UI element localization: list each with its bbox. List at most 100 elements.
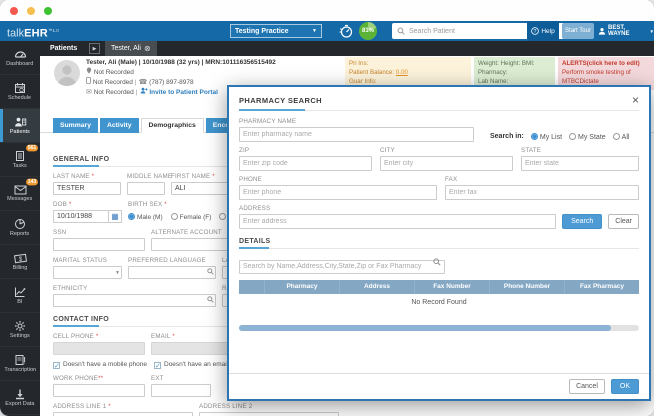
close-icon[interactable]: × [632,95,639,105]
close-window-button[interactable] [10,7,18,15]
middle-name-field[interactable] [127,182,165,195]
state-label: STATE [521,147,639,154]
ext-field[interactable] [151,384,211,397]
phone-label: PHONE [239,176,437,183]
app-header: talkEHR™1.0 Testing Practice ▼ 81% Searc… [0,21,654,41]
macos-titlebar [0,0,654,21]
help-button[interactable]: ? Help [527,21,559,41]
messages-icon [14,185,27,195]
sidebar-item-billing[interactable]: $ Billing [0,245,40,279]
sidebar-item-export-data[interactable]: Export Data [0,381,40,415]
last-name-field[interactable] [53,182,121,195]
fax-number-column-header[interactable]: Fax Number [415,280,490,294]
marital-status-select[interactable] [53,266,122,279]
patients-icon [14,116,27,128]
practice-selector[interactable]: Testing Practice ▼ [230,24,322,38]
address-field[interactable] [239,214,556,229]
ethnicity-field[interactable] [53,294,216,307]
transcription-icon [14,354,26,366]
tab-activity[interactable]: Activity [100,118,139,133]
scrollbar-thumb[interactable] [239,325,611,331]
user-menu[interactable]: BEST, WAYNE ▼ [598,21,654,41]
play-icon[interactable]: ▶ [89,43,100,54]
invite-patient-portal-link[interactable]: Invite to Patient Portal [149,89,218,96]
sidebar-item-patients[interactable]: Patients [0,109,40,143]
maximize-window-button[interactable] [44,7,52,15]
birth-sex-female-radio[interactable]: Female (F) [171,213,212,221]
work-phone-field[interactable] [53,384,145,397]
no-mobile-checkbox[interactable]: ✓ Doesn't have a mobile phone [53,361,148,369]
app-window: talkEHR™1.0 Testing Practice ▼ 81% Searc… [0,0,654,416]
details-search-input[interactable] [239,260,445,274]
phone-number-column-header[interactable]: Phone Number [490,280,565,294]
dashboard-icon [14,48,27,60]
ok-button[interactable]: OK [611,379,639,394]
search-icon[interactable] [207,296,214,303]
sidebar-item-bi[interactable]: BI [0,279,40,313]
select-column-header [239,280,265,294]
sidebar-item-tasks[interactable]: 561 Tasks [0,143,40,177]
schedule-icon [14,82,26,94]
completion-meter[interactable]: 81% [359,22,377,40]
birth-sex-male-radio[interactable]: Male (M) [128,213,163,221]
zip-field[interactable] [239,156,372,171]
pharmacy-name-field[interactable] [239,127,474,142]
address-line1-field[interactable] [53,412,193,416]
horizontal-scrollbar[interactable] [239,325,639,331]
download-icon [14,388,26,400]
sidebar-item-schedule[interactable]: Schedule [0,75,40,109]
ext-label: EXT [151,375,211,382]
preferred-language-field[interactable] [128,266,216,279]
address-line2-field[interactable] [199,412,339,416]
clear-button[interactable]: Clear [608,214,639,229]
logo-ehr: EHR [24,28,48,40]
sidebar-nav: Dashboard Schedule Patients 561 Tasks 14… [0,41,40,416]
patients-tab-label: Patients [50,45,77,52]
messages-badge: 143 [26,179,38,186]
empty-results-message: No Record Found [239,299,639,306]
close-tab-icon[interactable]: ⊗ [144,44,151,53]
dob-field[interactable] [53,210,109,223]
start-tour-button[interactable]: Start Tour [562,23,594,39]
minimize-window-button[interactable] [27,7,35,15]
patient-balance-label: Patient Balance: [349,69,394,76]
email-icon: ✉ [86,89,92,96]
address-line1-label: ADDRESS LINE 1 [53,403,193,410]
sidebar-item-settings[interactable]: Settings [0,313,40,347]
calendar-icon[interactable]: ▦ [109,210,122,223]
patient-balance-link[interactable]: 0.00 [396,69,408,76]
tab-summary[interactable]: Summary [53,118,98,133]
pharmacy-column-header[interactable]: Pharmacy [265,280,340,294]
address-column-header[interactable]: Address [340,280,415,294]
fax-field[interactable] [445,185,639,200]
search-in-all-radio[interactable]: All [613,133,630,141]
birth-sex-label: BIRTH SEX [128,201,228,208]
meter-percent-label: 81% [362,28,374,34]
city-field[interactable] [380,156,513,171]
address-label: ADDRESS [239,205,556,212]
logo-version: ™1.0 [48,28,59,33]
state-field[interactable] [521,156,639,171]
search-button[interactable]: Search [562,214,602,229]
search-in-mylist-radio[interactable]: My List [531,133,562,141]
phone-field[interactable] [239,185,437,200]
ssn-field[interactable] [53,238,145,251]
sidebar-item-messages[interactable]: 143 Messages [0,177,40,211]
work-phone-label: WORK PHONE [53,375,145,382]
tab-demographics[interactable]: Demographics [141,118,204,133]
sidebar-item-reports[interactable]: Reports [0,211,40,245]
alerts-title[interactable]: ALERTS(click here to edit) [562,59,650,68]
sidebar-item-dashboard[interactable]: Dashboard [0,41,40,75]
search-icon[interactable] [207,268,214,275]
patients-list-tab[interactable]: Patients [50,41,77,56]
stopwatch-icon[interactable] [338,23,354,39]
search-icon[interactable] [433,258,441,266]
fax-pharmacy-column-header[interactable]: Fax Pharmacy [565,280,639,294]
cancel-button[interactable]: Cancel [569,379,605,394]
search-in-mystate-radio[interactable]: My State [569,133,606,141]
city-label: CITY [380,147,513,154]
open-patient-tab[interactable]: Tester, Ali ⊗ [105,41,157,56]
patient-phone: (787) 897-8978 [149,79,193,86]
sidebar-item-transcription[interactable]: Transcription [0,347,40,381]
search-in-label: Search in: [490,133,524,140]
